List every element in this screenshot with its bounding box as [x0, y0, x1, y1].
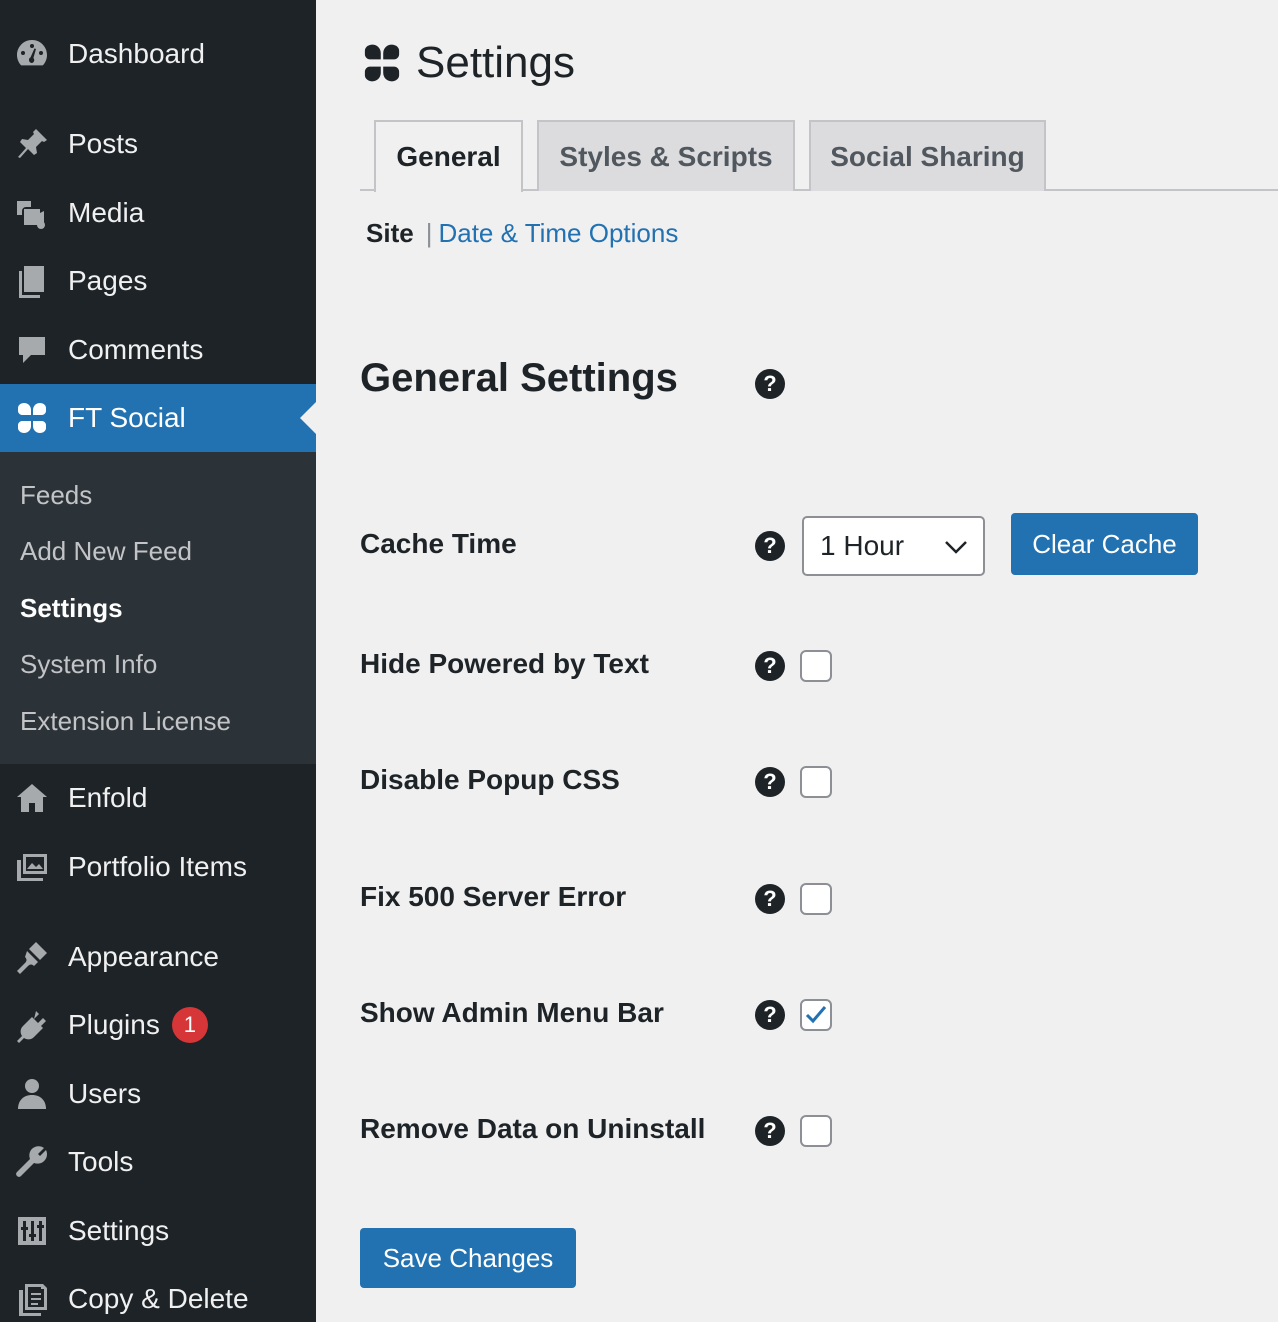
update-count-badge: 1	[171, 1007, 208, 1043]
option-label-disable-popup-css: Disable Popup CSS	[360, 764, 620, 795]
option-label-show-admin-menu-bar: Show Admin Menu Bar	[360, 997, 664, 1028]
sidebar-item-label: Dashboard	[68, 38, 205, 69]
sidebar-item-label: Plugins	[68, 1009, 160, 1040]
sidebar-item-pages[interactable]: Pages	[0, 247, 316, 315]
save-changes-button[interactable]: Save Changes	[360, 1228, 576, 1288]
cache-time-value: 1 Hour	[820, 530, 905, 561]
copy-icon	[14, 1281, 50, 1317]
ft-social-logo-icon	[364, 44, 400, 82]
active-indicator	[300, 402, 316, 434]
sidebar-item-label: Enfold	[68, 782, 148, 813]
sidebar-item-comments[interactable]: Comments	[0, 316, 316, 384]
media-icon	[14, 195, 50, 231]
pin-icon	[14, 126, 50, 162]
pages-icon	[14, 263, 50, 299]
home-icon	[14, 780, 50, 816]
option-label-hide-powered-by-text: Hide Powered by Text	[360, 648, 649, 679]
submenu-item-system-info[interactable]: System Info	[20, 649, 157, 680]
help-icon[interactable]: ?	[755, 884, 785, 914]
brush-icon	[14, 939, 50, 975]
main-content: Settings General Styles & Scripts Social…	[316, 0, 1278, 1322]
sidebar-item-dashboard[interactable]: Dashboard	[0, 20, 316, 88]
sidebar-item-ft-social[interactable]: FT Social	[0, 384, 316, 452]
sidebar-item-label: Appearance	[68, 941, 220, 972]
sidebar-item-label: Copy & Delete	[68, 1283, 249, 1314]
sidebar-item-label: Media	[68, 197, 145, 228]
sidebar-item-plugins[interactable]: Plugins 1	[0, 991, 316, 1059]
sub-navigation: Site | Date & Time Options	[366, 218, 678, 249]
sidebar-item-label: FT Social	[68, 402, 186, 433]
help-icon[interactable]: ?	[755, 1000, 785, 1030]
clear-cache-button[interactable]: Clear Cache	[1011, 513, 1198, 575]
fix-500-server-error-checkbox[interactable]	[800, 883, 832, 915]
ft-social-submenu: Feeds Add New Feed Settings System Info …	[0, 452, 316, 764]
ft-social-icon	[14, 400, 50, 436]
tab-general[interactable]: General	[374, 120, 523, 192]
sidebar-item-label: Portfolio Items	[68, 851, 247, 882]
remove-data-on-uninstall-checkbox[interactable]	[800, 1115, 832, 1147]
option-label-fix-500-server-error: Fix 500 Server Error	[360, 881, 627, 912]
disable-popup-css-checkbox[interactable]	[800, 766, 832, 798]
sidebar-item-settings[interactable]: Settings	[0, 1197, 316, 1265]
submenu-item-settings[interactable]: Settings	[20, 593, 123, 624]
sidebar-item-label: Comments	[68, 334, 204, 365]
page-title: Settings	[360, 38, 575, 88]
submenu-item-feeds[interactable]: Feeds	[20, 480, 92, 511]
checkmark-icon	[805, 1006, 827, 1024]
portfolio-icon	[14, 849, 50, 885]
show-admin-menu-bar-checkbox[interactable]	[800, 999, 832, 1031]
plugin-icon	[14, 1007, 50, 1043]
help-icon[interactable]: ?	[755, 1116, 785, 1146]
sidebar-item-users[interactable]: Users	[0, 1060, 316, 1128]
chevron-down-icon	[945, 541, 967, 554]
admin-sidebar: Dashboard Posts Media Pages Comments FT …	[0, 0, 316, 1322]
subnav-date-time-options-link[interactable]: Date & Time Options	[438, 218, 678, 249]
tab-styles-scripts[interactable]: Styles & Scripts	[537, 120, 795, 191]
sidebar-item-enfold[interactable]: Enfold	[0, 764, 316, 832]
dashboard-icon	[14, 36, 50, 72]
sidebar-item-appearance[interactable]: Appearance	[0, 923, 316, 991]
page-title-text: Settings	[416, 38, 575, 87]
sidebar-item-media[interactable]: Media	[0, 179, 316, 247]
help-icon[interactable]: ?	[755, 767, 785, 797]
sidebar-item-label: Users	[68, 1078, 142, 1109]
sidebar-item-copy-delete[interactable]: Copy & Delete	[0, 1265, 316, 1322]
sidebar-item-label: Tools	[68, 1146, 134, 1177]
help-icon[interactable]: ?	[755, 531, 785, 561]
tab-social-sharing[interactable]: Social Sharing	[809, 120, 1046, 191]
subnav-separator: |	[425, 218, 433, 248]
sidebar-item-label: Posts	[68, 128, 139, 159]
subnav-site[interactable]: Site	[366, 218, 414, 249]
cache-time-label: Cache Time	[360, 528, 517, 559]
help-icon[interactable]: ?	[755, 369, 785, 399]
section-title: General Settings	[360, 356, 678, 400]
option-label-remove-data-on-uninstall: Remove Data on Uninstall	[360, 1113, 706, 1144]
hide-powered-by-text-checkbox[interactable]	[800, 650, 832, 682]
settings-icon	[14, 1213, 50, 1249]
sidebar-item-portfolio-items[interactable]: Portfolio Items	[0, 833, 316, 901]
sidebar-item-tools[interactable]: Tools	[0, 1128, 316, 1196]
submenu-item-extension-license[interactable]: Extension License	[20, 706, 231, 737]
sidebar-item-label: Pages	[68, 265, 148, 296]
submenu-item-add-new-feed[interactable]: Add New Feed	[20, 536, 192, 567]
cache-time-select[interactable]: 1 Hour	[802, 516, 985, 576]
sidebar-item-label: Settings	[68, 1215, 170, 1246]
wrench-icon	[14, 1144, 50, 1180]
sidebar-item-posts[interactable]: Posts	[0, 110, 316, 178]
help-icon[interactable]: ?	[755, 651, 785, 681]
comment-icon	[14, 332, 50, 368]
user-icon	[14, 1076, 50, 1112]
